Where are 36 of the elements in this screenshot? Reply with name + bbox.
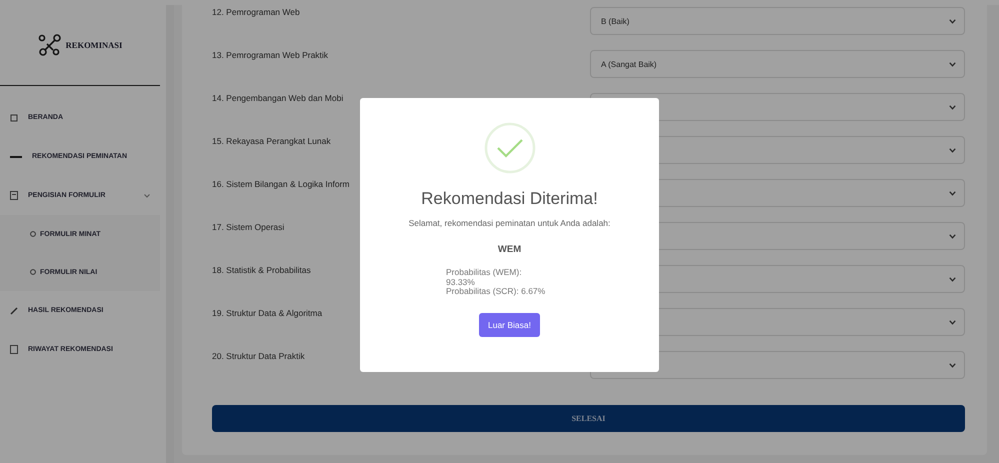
chevron-down-icon <box>949 276 956 282</box>
chevron-down-icon <box>949 234 956 238</box>
chevron-down-icon <box>949 190 956 196</box>
grade-dropdown[interactable]: B (Baik) <box>590 7 965 35</box>
chevron-down-icon <box>949 148 956 152</box>
confirm-button[interactable]: Luar Biasa! <box>479 312 540 336</box>
probability-text: Probabilitas (SCR): 6.67% <box>446 287 546 296</box>
circle-icon <box>30 269 36 275</box>
field-label: 17. Sistem Operasi <box>212 221 284 232</box>
probability-text: Probabilitas (WEM): <box>446 268 522 278</box>
document-icon <box>10 345 18 354</box>
form-icon <box>10 191 18 200</box>
field-label: 18. Statistik & Probabilitas <box>212 264 311 275</box>
probability-text: 93.33% <box>446 278 475 287</box>
chevron-down-icon <box>949 362 956 368</box>
dash-icon <box>10 156 22 158</box>
circle-icon <box>30 231 36 237</box>
checkmark-icon <box>484 122 536 174</box>
field-label: 20. Struktur Data Praktik <box>212 350 305 361</box>
field-label: 14. Pengembangan Web dan Mobi <box>212 92 344 103</box>
modal-title: Rekomendasi Diterima! <box>421 189 598 209</box>
result-text: WEM <box>498 244 522 255</box>
chevron-down-icon <box>949 320 956 324</box>
field-label: 16. Sistem Bilangan & Logika Inform <box>212 178 350 189</box>
field-label: 13. Pemrograman Web Praktik <box>212 49 328 60</box>
chevron-down-icon <box>949 104 956 110</box>
chevron-down-icon <box>949 18 956 24</box>
modal-message: Selamat, rekomendasi peminatan untuk Anda adalah: <box>408 218 610 228</box>
field-label: 19. Struktur Data & Algoritma <box>212 307 322 318</box>
network-logo-icon <box>38 34 62 56</box>
finish-button[interactable]: SELESAI <box>212 405 965 432</box>
logo-text: REKOMINASI <box>66 40 122 50</box>
chevron-down-icon <box>949 62 956 66</box>
grade-dropdown[interactable]: A (Sangat Baik) <box>590 50 965 78</box>
field-label: 12. Pemrograman Web <box>212 6 300 17</box>
field-label: 15. Rekayasa Perangkat Lunak <box>212 135 331 146</box>
